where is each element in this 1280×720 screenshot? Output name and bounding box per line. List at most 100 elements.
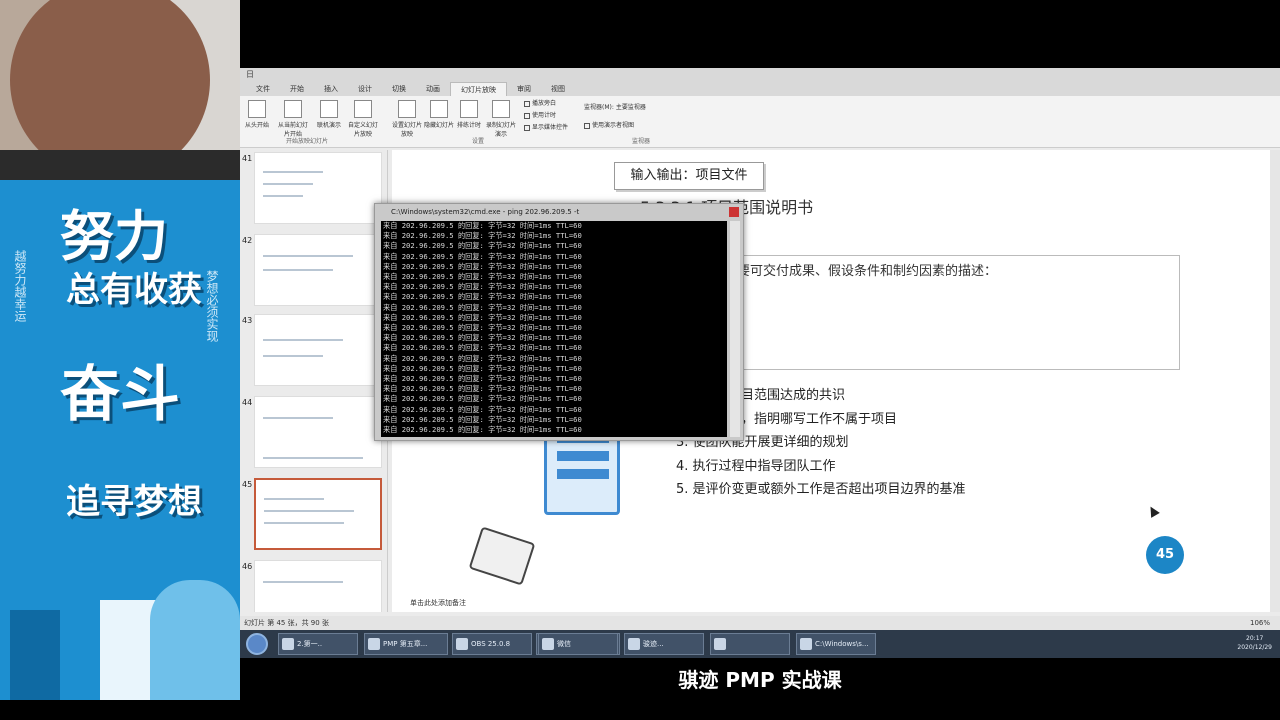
list-item: 5. 是评价变更或额外工作是否超出项目边界的基准 (676, 482, 966, 497)
hide-slide-button[interactable]: 隐藏幻灯片 (422, 100, 456, 129)
task-label: PMP 第五章... (383, 640, 428, 648)
button-label: 录制幻灯片演示 (485, 122, 516, 138)
slide-thumbnail[interactable] (254, 560, 382, 612)
taskbar: 2.第一.. PMP 第五章... OBS 25.0.8 微信 骏迹... C:… (240, 630, 1280, 658)
record-icon (492, 100, 510, 118)
setup-show-button[interactable]: 设置幻灯片放映 (390, 100, 424, 138)
task-item[interactable] (710, 633, 790, 655)
vertical-scrollbar[interactable] (1270, 150, 1280, 612)
tab-review[interactable]: 审阅 (507, 82, 541, 96)
task-label: OBS 25.0.8 (471, 640, 511, 648)
tab-insert[interactable]: 插入 (314, 82, 348, 96)
slide-thumbnail[interactable] (254, 152, 382, 224)
button-label: 联机演示 (316, 122, 341, 129)
task-item[interactable]: 2.第一.. (278, 633, 358, 655)
thumb-number: 44 (242, 398, 253, 407)
cmd-line: 来自 202.96.209.5 的回复: 字节=32 时间=1ms TTL=60 (383, 282, 582, 292)
close-icon[interactable] (729, 207, 739, 217)
description-text: 要可交付成果、假设条件和制约因素的描述： (737, 264, 998, 279)
task-item[interactable]: OBS 25.0.8 (452, 633, 532, 655)
record-button[interactable]: 录制幻灯片演示 (484, 100, 518, 138)
media-controls-checkbox[interactable]: 显示媒体控件 (524, 122, 568, 131)
system-clock[interactable]: 20:17 2020/12/29 (1237, 634, 1272, 652)
mouse-cursor-icon (1146, 504, 1160, 518)
cmd-line: 来自 202.96.209.5 的回复: 字节=32 时间=1ms TTL=60 (383, 394, 582, 404)
cmd-scrollbar[interactable] (730, 221, 740, 437)
rehearse-button[interactable]: 排练计时 (452, 100, 486, 129)
cmd-line: 来自 202.96.209.5 的回复: 字节=32 时间=1ms TTL=60 (383, 231, 582, 241)
task-item[interactable]: 微信 (538, 633, 618, 655)
cmd-line: 来自 202.96.209.5 的回复: 字节=32 时间=1ms TTL=60 (383, 425, 582, 435)
clock-date: 2020/12/29 (1237, 644, 1272, 651)
slide-thumbnail[interactable] (254, 314, 382, 386)
slide-thumbnail[interactable] (254, 396, 382, 468)
slide-thumbnail-selected[interactable] (254, 478, 382, 550)
cmd-window[interactable]: C:\Windows\system32\cmd.exe - ping 202.9… (374, 203, 744, 441)
task-label: C:\Windows\s... (815, 640, 869, 648)
cmd-line: 来自 202.96.209.5 的回复: 字节=32 时间=1ms TTL=60 (383, 353, 582, 363)
cmd-line: 来自 202.96.209.5 的回复: 字节=32 时间=1ms TTL=60 (383, 261, 582, 271)
in-out-label: 输入输出：项目文件 (614, 162, 764, 190)
task-item[interactable]: C:\Windows\s... (796, 633, 876, 655)
online-icon (320, 100, 338, 118)
monitor-select[interactable]: 监视器(M): 主要监视器 (584, 102, 646, 111)
cmd-line: 来自 202.96.209.5 的回复: 字节=32 时间=1ms TTL=60 (383, 312, 582, 322)
cmd-line: 来自 202.96.209.5 的回复: 字节=32 时间=1ms TTL=60 (383, 221, 582, 230)
cmd-line: 来自 202.96.209.5 的回复: 字节=32 时间=1ms TTL=60 (383, 404, 582, 414)
presenter-view-checkbox[interactable]: 使用演示者视图 (584, 120, 634, 129)
from-beginning-button[interactable]: 从头开始 (240, 100, 274, 129)
clock-time: 20:17 (1246, 635, 1264, 642)
slide-thumbnail[interactable] (254, 234, 382, 306)
slide-number-badge: 45 (1146, 536, 1184, 574)
cmd-line: 来自 202.96.209.5 的回复: 字节=32 时间=1ms TTL=60 (383, 343, 582, 353)
ribbon-tabs: 文件 开始 插入 设计 切换 动画 幻灯片放映 审阅 视图 (240, 81, 1280, 97)
cmd-line: 来自 202.96.209.5 的回复: 字节=32 时间=1ms TTL=60 (383, 292, 582, 302)
tab-animations[interactable]: 动画 (416, 82, 450, 96)
powerpoint-icon (368, 638, 380, 650)
promo-side-right: 梦想必须实现 (205, 270, 219, 342)
checkbox-label: 播放旁白 (532, 100, 557, 107)
folder-icon (468, 526, 536, 586)
promo-side-left: 越努力越幸运 (13, 250, 27, 322)
cmd-line: 来自 202.96.209.5 的回复: 字节=32 时间=1ms TTL=60 (383, 384, 582, 394)
thumb-number: 41 (242, 154, 253, 163)
checkbox-icon (524, 124, 530, 131)
ribbon: 从头开始 从当前幻灯片开始 联机演示 自定义幻灯片放映 设置幻灯片放映 隐藏幻灯… (240, 96, 1280, 148)
thumb-number: 46 (242, 562, 253, 571)
zoom-level[interactable]: 106% (1250, 616, 1270, 630)
slide-thumbnails: 41 42 43 44 45 46 (240, 150, 388, 612)
play-narration-checkbox[interactable]: 播放旁白 (524, 98, 556, 107)
cmd-line: 来自 202.96.209.5 的回复: 字节=32 时间=1ms TTL=60 (383, 363, 582, 373)
notes-pane[interactable]: 单击此处添加备注 (410, 598, 466, 608)
present-online-button[interactable]: 联机演示 (312, 100, 346, 129)
cmd-line: 来自 202.96.209.5 的回复: 字节=32 时间=1ms TTL=60 (383, 302, 582, 312)
custom-show-button[interactable]: 自定义幻灯片放映 (346, 100, 380, 138)
button-label: 从头开始 (244, 122, 269, 129)
chat-icon (628, 638, 640, 650)
monitor-label: 监视器(M): (584, 104, 614, 111)
cmd-line: 来自 202.96.209.5 的回复: 字节=32 时间=1ms TTL=60 (383, 374, 582, 384)
custom-show-icon (354, 100, 372, 118)
tab-design[interactable]: 设计 (348, 82, 382, 96)
start-button[interactable] (246, 633, 268, 655)
webcam-feed (0, 0, 240, 180)
play-current-icon (284, 100, 302, 118)
checkbox-icon (524, 100, 530, 107)
tab-file[interactable]: 文件 (246, 82, 280, 96)
promo-line-4: 追寻梦想 (66, 482, 202, 522)
use-timings-checkbox[interactable]: 使用计时 (524, 110, 556, 119)
task-item[interactable]: PMP 第五章... (364, 633, 448, 655)
tab-transitions[interactable]: 切换 (382, 82, 416, 96)
cmd-output: 来自 202.96.209.5 的回复: 字节=32 时间=1ms TTL=60… (381, 221, 727, 437)
checkbox-icon (584, 122, 590, 129)
checkbox-label: 使用演示者视图 (592, 122, 635, 129)
checkbox-label: 显示媒体控件 (532, 124, 569, 131)
cmd-line: 来自 202.96.209.5 的回复: 字节=32 时间=1ms TTL=60 (383, 241, 582, 251)
tab-slideshow[interactable]: 幻灯片放映 (450, 81, 507, 97)
task-item[interactable]: 骏迹... (624, 633, 704, 655)
group-label-monitors: 监视器 (632, 138, 651, 145)
tab-view[interactable]: 视图 (541, 82, 575, 96)
button-label: 排练计时 (456, 122, 481, 129)
from-current-button[interactable]: 从当前幻灯片开始 (276, 100, 310, 138)
tab-home[interactable]: 开始 (280, 82, 314, 96)
